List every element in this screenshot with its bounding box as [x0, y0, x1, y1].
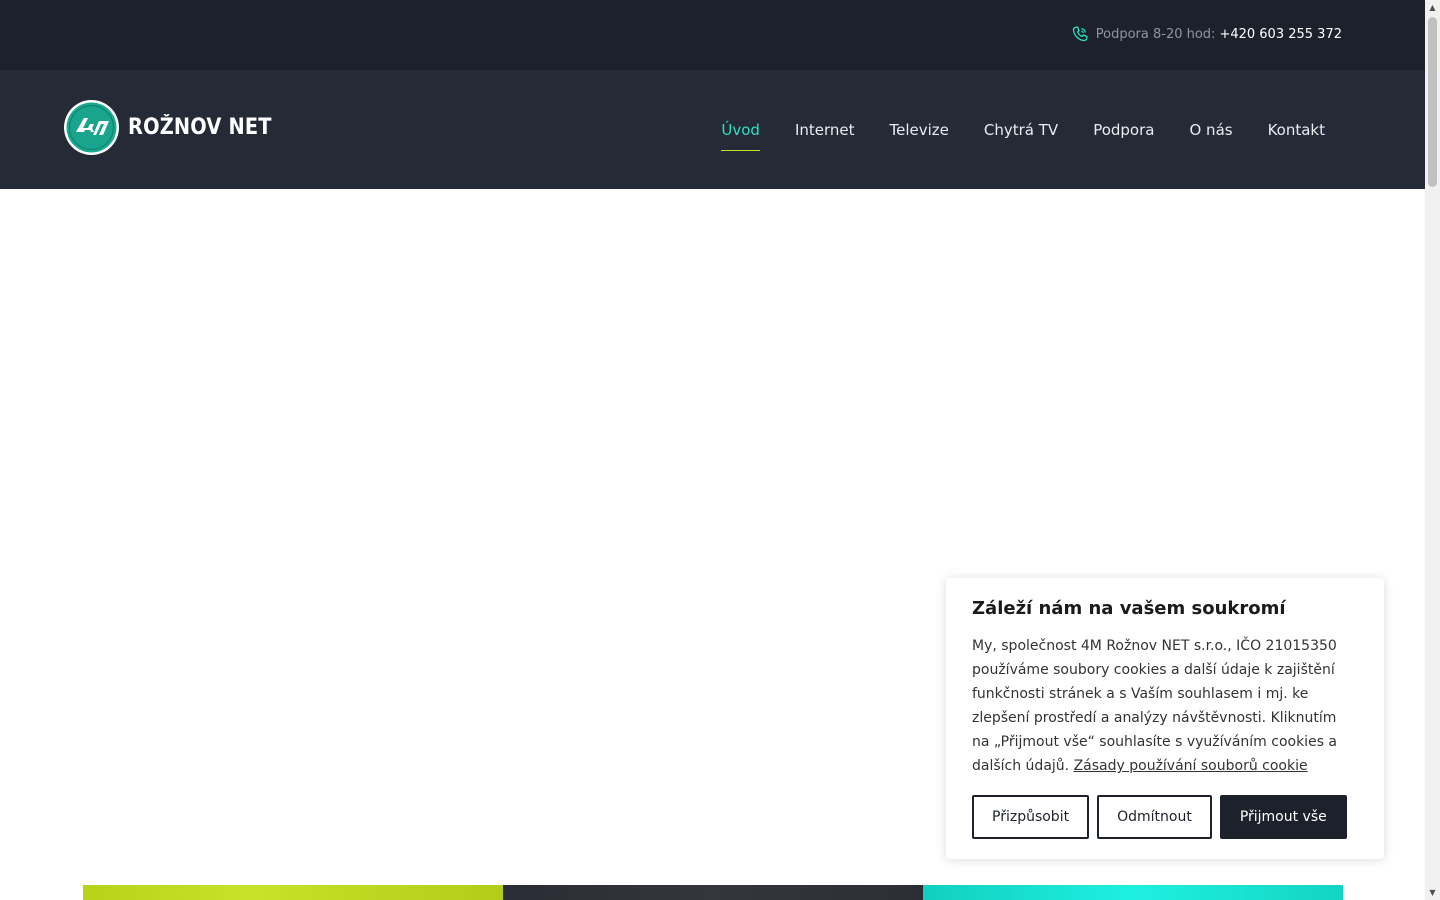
- phone-icon: [1072, 26, 1088, 42]
- cookie-consent-dialog: Záleží nám na vašem soukromí My, společn…: [946, 578, 1384, 859]
- cookie-title: Záleží nám na vašem soukromí: [972, 598, 1286, 619]
- feature-tiles: [83, 885, 1343, 900]
- nav-item-kontakt[interactable]: Kontakt: [1268, 115, 1325, 145]
- feature-tile-tv[interactable]: [503, 885, 923, 900]
- cookie-text: My, společnost 4M Rožnov NET s.r.o., IČO…: [972, 634, 1358, 778]
- cookie-policy-link[interactable]: Zásady používání souborů cookie: [1074, 758, 1308, 774]
- nav-item-televize[interactable]: Televize: [890, 115, 949, 145]
- feature-tile-internet[interactable]: [83, 885, 503, 900]
- logo-mark-icon: [64, 100, 119, 155]
- accept-all-button[interactable]: Přijmout vše: [1219, 795, 1347, 839]
- page-scrollbar[interactable]: ▲ ▼: [1425, 0, 1440, 900]
- scroll-down-arrow-icon[interactable]: ▼: [1425, 885, 1440, 900]
- reject-button[interactable]: Odmítnout: [1097, 795, 1212, 839]
- support-phone-link[interactable]: +420 603 255 372: [1219, 27, 1342, 42]
- nav-item-podpora[interactable]: Podpora: [1093, 115, 1154, 145]
- nav-item-o-nas[interactable]: O nás: [1189, 115, 1232, 145]
- nav-item-uvod[interactable]: Úvod: [721, 115, 760, 151]
- customize-button[interactable]: Přizpůsobit: [972, 795, 1090, 839]
- feature-tile-smart-tv[interactable]: [923, 885, 1343, 900]
- site-header: ROŽNOV NET Úvod Internet Televize Chytrá…: [0, 70, 1425, 189]
- support-label: Podpora 8-20 hod:: [1095, 26, 1216, 42]
- support-info: Podpora 8-20 hod: +420 603 255 372: [1072, 26, 1342, 42]
- main-nav: Úvod Internet Televize Chytrá TV Podpora…: [686, 70, 1325, 189]
- nav-item-internet[interactable]: Internet: [795, 115, 855, 145]
- top-bar: Podpora 8-20 hod: +420 603 255 372: [0, 0, 1425, 70]
- cookie-buttons: Přizpůsobit Odmítnout Přijmout vše: [972, 795, 1347, 839]
- scroll-up-arrow-icon[interactable]: ▲: [1425, 0, 1440, 15]
- cookie-body: My, společnost 4M Rožnov NET s.r.o., IČO…: [972, 638, 1338, 774]
- nav-item-chytra-tv[interactable]: Chytrá TV: [984, 115, 1058, 145]
- scroll-thumb[interactable]: [1428, 17, 1437, 187]
- logo[interactable]: ROŽNOV NET: [63, 99, 291, 156]
- brand-name: ROŽNOV NET: [128, 115, 272, 140]
